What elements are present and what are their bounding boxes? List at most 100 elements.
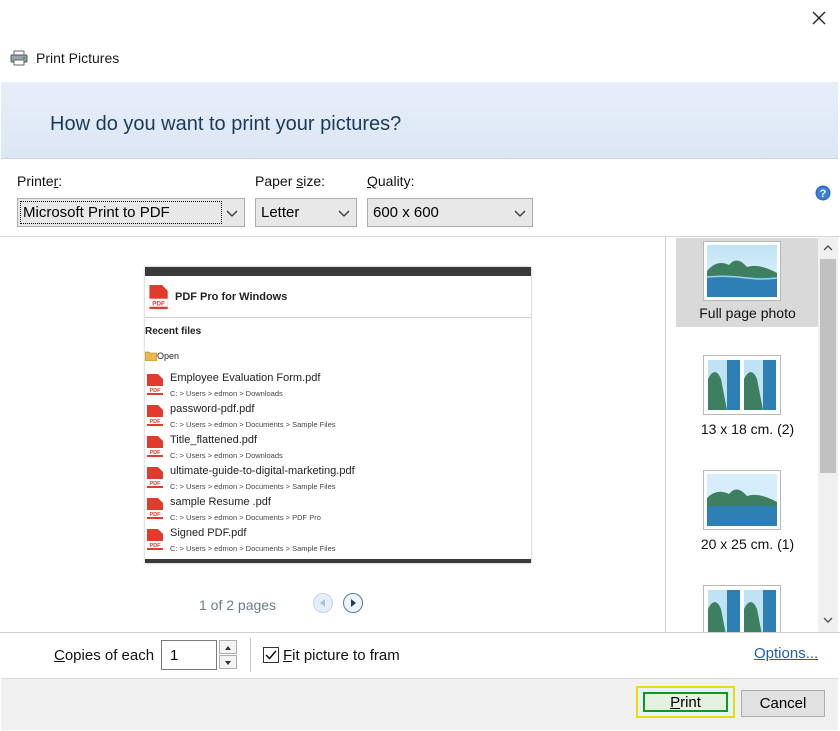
previous-page-button[interactable]: [313, 593, 333, 613]
window-title-bar: Print Pictures: [10, 46, 119, 70]
pdf-icon: PDF: [147, 436, 163, 457]
svg-text:PDF: PDF: [150, 512, 162, 518]
portrait-photos-icon: [708, 590, 776, 632]
pdf-icon: PDF: [149, 285, 168, 309]
checkmark-icon: [265, 650, 277, 660]
landscape-photo-icon: [707, 474, 777, 526]
close-button[interactable]: [804, 4, 834, 32]
preview-app-header: PDF PDF Pro for Windows: [145, 282, 531, 318]
preview-file-name: Signed PDF.pdf: [170, 527, 247, 539]
arrow-left-icon: [320, 599, 325, 607]
paper-size-label-part: Paper: [255, 173, 297, 189]
layout-thumbnail: [703, 585, 781, 632]
printer-icon: [10, 50, 28, 66]
layout-20x25-1[interactable]: 20 x 25 cm. (1): [676, 470, 818, 560]
preview-file-name: password-pdf.pdf: [170, 403, 255, 415]
portrait-photos-icon: [708, 360, 776, 410]
quality-select[interactable]: 600 x 600: [367, 198, 533, 227]
print-label-accesskey: P: [670, 693, 681, 711]
print-button[interactable]: Print: [636, 686, 735, 718]
preview-file-path: C: > Users > edmon > Downloads: [170, 451, 283, 460]
paper-size-label: Paper size:: [255, 173, 325, 189]
preview-file-path: C: > Users > edmon > Downloads: [170, 389, 283, 398]
preview-bottom-bar: [145, 559, 531, 563]
layout-list: Full page photo 13 x 18 cm. (2) 20 x 25 …: [666, 237, 818, 632]
options-link[interactable]: Options...: [754, 645, 818, 662]
copies-label-accesskey: C: [54, 647, 65, 664]
page-count: 1 of 2 pages: [199, 597, 277, 613]
printer-select-value: Microsoft Print to PDF: [23, 204, 170, 221]
svg-text:?: ?: [820, 188, 827, 200]
cancel-button[interactable]: Cancel: [741, 690, 825, 717]
pdf-icon: PDF: [147, 405, 163, 426]
preview-open-label: Open: [157, 351, 180, 361]
folder-icon: [145, 351, 157, 361]
page-preview: PDF PDF Pro for Windows Recent files Ope…: [145, 267, 531, 563]
svg-text:PDF: PDF: [150, 450, 162, 456]
paper-size-select[interactable]: Letter: [255, 198, 357, 227]
next-page-button[interactable]: [343, 593, 363, 613]
fit-label-accesskey: F: [283, 647, 293, 664]
chevron-down-icon: [226, 210, 238, 217]
print-button-face: Print: [643, 692, 728, 712]
quality-label: Quality:: [367, 173, 414, 189]
chevron-down-icon: [338, 210, 350, 217]
layout-label: Full page photo: [699, 305, 796, 321]
preview-file-row: PDF Title_flattened.pdf C: > Users > edm…: [145, 433, 531, 464]
quality-label-accesskey: Q: [367, 173, 378, 189]
close-icon: [812, 11, 826, 25]
preview-file-path: C: > Users > edmon > Documents > Sample …: [170, 544, 336, 553]
preview-app-title: PDF Pro for Windows: [175, 291, 288, 303]
pdf-icon: PDF: [147, 374, 163, 395]
preview-recent-heading: Recent files: [145, 326, 202, 337]
svg-text:PDF: PDF: [150, 481, 162, 487]
svg-text:PDF: PDF: [150, 543, 162, 549]
preview-file-row: PDF ultimate-guide-to-digital-marketing.…: [145, 464, 531, 495]
copies-input[interactable]: 1: [161, 640, 217, 670]
fit-picture-checkbox[interactable]: [263, 647, 279, 663]
chevron-down-icon[interactable]: [822, 614, 834, 626]
svg-text:PDF: PDF: [152, 301, 165, 308]
chevron-up-icon: [225, 646, 231, 650]
printer-select[interactable]: Microsoft Print to PDF: [17, 198, 245, 227]
paper-size-select-value: Letter: [261, 204, 300, 221]
chevron-down-icon: [514, 210, 526, 217]
help-icon: ?: [815, 185, 831, 201]
svg-text:PDF: PDF: [150, 419, 162, 425]
preview-open-row: Open: [145, 351, 179, 361]
preview-file-row: PDF sample Resume .pdf C: > Users > edmo…: [145, 495, 531, 526]
preview-file-name: Title_flattened.pdf: [170, 434, 258, 446]
window-title: Print Pictures: [36, 50, 120, 66]
layout-thumbnail: [703, 241, 781, 301]
copies-decrement-button[interactable]: [219, 655, 237, 669]
copies-label-part: opies of each: [64, 647, 155, 664]
copies-increment-button[interactable]: [219, 640, 237, 654]
preview-titlebar: [145, 267, 531, 276]
header-banner: How do you want to print your pictures?: [1, 82, 838, 159]
pdf-icon: PDF: [147, 529, 163, 550]
help-button[interactable]: ?: [815, 185, 831, 201]
preview-file-name: ultimate-guide-to-digital-marketing.pdf: [170, 465, 355, 477]
pdf-icon: PDF: [147, 467, 163, 488]
layout-13x18-2[interactable]: 13 x 18 cm. (2): [676, 355, 818, 445]
chevron-up-icon[interactable]: [822, 242, 834, 254]
copies-label: Copies of each: [54, 647, 154, 664]
layout-full-page-photo[interactable]: Full page photo: [676, 238, 818, 327]
preview-file-row: PDF Employee Evaluation Form.pdf C: > Us…: [145, 371, 531, 402]
printer-label: Printer:: [17, 173, 62, 189]
preview-file-path: C: > Users > edmon > Documents > Sample …: [170, 420, 336, 429]
layout-option[interactable]: [676, 585, 818, 632]
layout-thumbnail: [703, 355, 781, 415]
copies-value: 1: [170, 646, 179, 664]
layout-scrollbar[interactable]: [818, 237, 838, 632]
paper-size-label-part: ize:: [303, 173, 326, 189]
fit-label-part: it picture to fram: [292, 647, 400, 664]
quality-label-part: uality:: [377, 173, 415, 189]
preview-file-path: C: > Users > edmon > Documents > Sample …: [170, 482, 336, 491]
layout-label: 13 x 18 cm. (2): [700, 421, 795, 437]
quality-select-value: 600 x 600: [373, 204, 439, 221]
preview-file-row: PDF password-pdf.pdf C: > Users > edmon …: [145, 402, 531, 433]
page-title: How do you want to print your pictures?: [50, 113, 402, 135]
scrollbar-thumb[interactable]: [820, 259, 836, 473]
preview-file-path: C: > Users > edmon > Documents > PDF Pro: [170, 513, 321, 522]
